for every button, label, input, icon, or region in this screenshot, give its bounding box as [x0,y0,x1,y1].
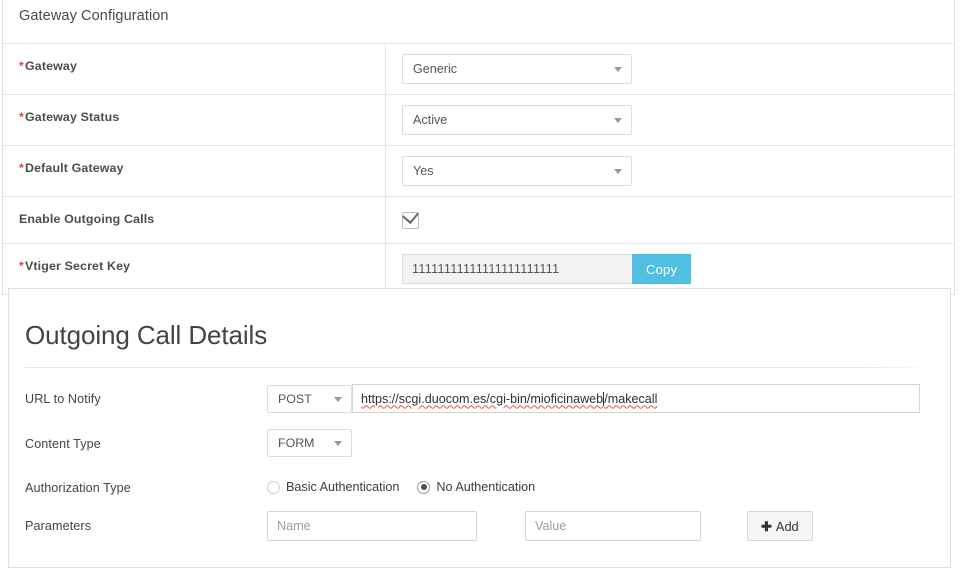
gateway-configuration-header: Gateway Configuration [3,0,954,44]
table-row: *Default Gateway Yes [3,146,954,197]
label-text: Vtiger Secret Key [25,259,130,273]
content-type-label: Content Type [25,429,267,451]
url-to-notify-input[interactable]: https://scgi.duocom.es/cgi-bin/mioficina… [352,384,920,413]
url-to-notify-label: URL to Notify [25,384,267,406]
label-text: Gateway [25,59,77,73]
heading-divider [25,367,934,368]
table-row: *Vtiger Secret Key Copy [3,244,954,294]
content-type-select[interactable]: FORM [267,429,352,457]
plus-icon: ✚ [761,520,772,533]
basic-authentication-label: Basic Authentication [286,480,399,494]
check-icon [402,206,419,223]
basic-authentication-radio[interactable] [267,481,280,494]
required-marker: * [19,259,24,273]
required-marker: * [19,110,24,124]
authorization-type-row: Authorization Type Basic Authentication … [25,473,934,495]
http-method-select[interactable]: POST [267,385,352,413]
gateway-status-select-value: Active [413,113,447,127]
page-title: Gateway Configuration [19,8,169,24]
url-to-notify-field: POST https://scgi.duocom.es/cgi-bin/miof… [267,384,934,413]
no-authentication-radio[interactable] [417,481,430,494]
chevron-down-icon [334,397,342,402]
authorization-type-field: Basic Authentication No Authentication [267,473,934,494]
add-parameter-label: Add [776,519,799,534]
parameters-row: Parameters ✚ Add [25,511,934,541]
field-value-default-gateway: Yes [386,146,954,196]
field-label-gateway: *Gateway [3,44,386,94]
authorization-type-label: Authorization Type [25,473,267,495]
table-row: Enable Outgoing Calls [3,197,954,244]
chevron-down-icon [614,118,622,123]
field-label-default-gateway: *Default Gateway [3,146,386,196]
table-row: *Gateway Generic [3,44,954,95]
no-authentication-label: No Authentication [436,480,535,494]
field-label-vtiger-secret-key: *Vtiger Secret Key [3,244,386,294]
url-to-notify-row: URL to Notify POST https://scgi.duocom.e… [25,384,934,413]
required-marker: * [19,59,24,73]
chevron-down-icon [334,441,342,446]
http-method-select-value: POST [278,392,312,406]
content-type-select-value: FORM [278,436,314,450]
field-label-gateway-status: *Gateway Status [3,95,386,145]
copy-button[interactable]: Copy [632,254,691,284]
field-value-enable-outgoing-calls [386,197,954,243]
gateway-select-value: Generic [413,62,457,76]
content-type-row: Content Type FORM [25,429,934,457]
parameters-label: Parameters [25,511,267,533]
gateway-configuration-panel: Gateway Configuration *Gateway Generic *… [2,0,955,295]
label-text: Enable Outgoing Calls [19,212,154,226]
parameter-name-input[interactable] [267,511,477,541]
radio-option-no-authentication[interactable]: No Authentication [417,480,535,494]
chevron-down-icon [614,169,622,174]
radio-option-basic-authentication[interactable]: Basic Authentication [267,480,399,494]
field-value-gateway: Generic [386,44,954,94]
authorization-type-radio-group: Basic Authentication No Authentication [267,473,553,494]
content-type-field: FORM [267,429,934,457]
url-text-before-caret: https://scgi.duocom.es/cgi-bin/mioficina… [361,392,603,406]
field-label-enable-outgoing-calls: Enable Outgoing Calls [3,197,386,243]
label-text: Gateway Status [25,110,119,124]
vtiger-secret-key-input[interactable] [402,254,632,284]
parameter-value-input[interactable] [525,511,701,541]
required-marker: * [19,161,24,175]
outgoing-call-details-heading: Outgoing Call Details [25,320,934,367]
chevron-down-icon [614,67,622,72]
outgoing-call-details-panel: Outgoing Call Details URL to Notify POST… [8,288,951,568]
secret-key-group: Copy [402,254,691,284]
parameters-field: ✚ Add [267,511,934,541]
field-value-gateway-status: Active [386,95,954,145]
gateway-select[interactable]: Generic [402,54,632,84]
add-parameter-button[interactable]: ✚ Add [747,511,813,541]
enable-outgoing-calls-checkbox[interactable] [402,212,419,229]
table-row: *Gateway Status Active [3,95,954,146]
default-gateway-select[interactable]: Yes [402,156,632,186]
gateway-status-select[interactable]: Active [402,105,632,135]
label-text: Default Gateway [25,161,124,175]
url-text-after-caret: /makecall [604,392,657,406]
default-gateway-select-value: Yes [413,164,434,178]
field-value-vtiger-secret-key: Copy [386,244,954,294]
